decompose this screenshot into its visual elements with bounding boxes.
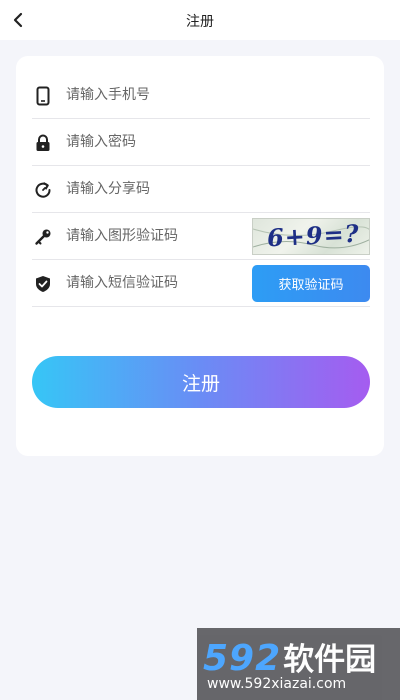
watermark-url: www.592xiazai.com xyxy=(207,676,347,692)
top-bar: 注册 xyxy=(0,0,400,40)
captcha-text: 6+9=? xyxy=(266,218,361,253)
share-code-row xyxy=(32,166,370,213)
refresh-icon xyxy=(34,180,52,200)
phone-row xyxy=(32,72,370,119)
watermark-name: 软件园 xyxy=(283,642,377,678)
sms-code-input[interactable] xyxy=(66,260,246,306)
image-captcha-input[interactable] xyxy=(66,213,246,259)
shield-check-icon xyxy=(34,274,52,294)
sms-code-row: 获取验证码 xyxy=(32,260,370,307)
get-code-button[interactable]: 获取验证码 xyxy=(252,265,370,302)
image-captcha-row: 6+9=? xyxy=(32,213,370,260)
watermark-brand: 592 软件园 xyxy=(203,634,376,679)
password-row xyxy=(32,119,370,166)
phone-input[interactable] xyxy=(66,72,246,118)
watermark-number: 592 xyxy=(203,638,282,679)
key-icon xyxy=(34,227,52,247)
register-form-card: 6+9=? 获取验证码 注册 xyxy=(16,56,384,456)
lock-icon xyxy=(34,133,52,153)
page-title: 注册 xyxy=(186,14,214,30)
watermark-logo: 592 软件园 www.592xiazai.com xyxy=(197,628,400,700)
password-input[interactable] xyxy=(66,119,246,165)
phone-icon xyxy=(34,86,52,106)
captcha-image[interactable]: 6+9=? xyxy=(252,218,370,255)
register-button[interactable]: 注册 xyxy=(32,356,370,408)
share-code-input[interactable] xyxy=(66,166,246,212)
